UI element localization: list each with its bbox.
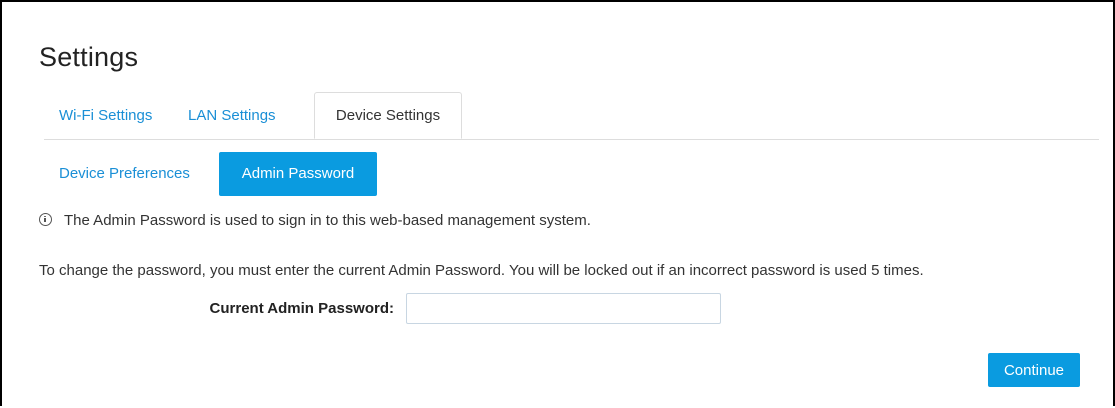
current-password-label: Current Admin Password: <box>209 300 394 317</box>
page-title: Settings <box>39 42 139 72</box>
subtab-device-preferences[interactable]: Device Preferences <box>59 152 190 196</box>
info-icon <box>39 212 52 226</box>
info-text: The Admin Password is used to sign in to… <box>64 212 591 229</box>
subtab-admin-password[interactable]: Admin Password <box>219 152 377 196</box>
settings-window: Settings Wi-Fi Settings LAN Settings Dev… <box>0 0 1115 406</box>
main-tabs: Wi-Fi Settings LAN Settings Device Setti… <box>44 92 1099 140</box>
device-settings-subtabs: Device Preferences Admin Password <box>44 152 644 196</box>
info-message: The Admin Password is used to sign in to… <box>39 210 591 232</box>
tab-wifi-settings[interactable]: Wi-Fi Settings <box>59 92 152 139</box>
tab-lan-settings[interactable]: LAN Settings <box>188 92 276 139</box>
tab-device-settings[interactable]: Device Settings <box>314 92 462 139</box>
continue-button[interactable]: Continue <box>988 353 1080 387</box>
current-password-input[interactable] <box>406 293 721 324</box>
password-change-description: To change the password, you must enter t… <box>39 262 924 279</box>
